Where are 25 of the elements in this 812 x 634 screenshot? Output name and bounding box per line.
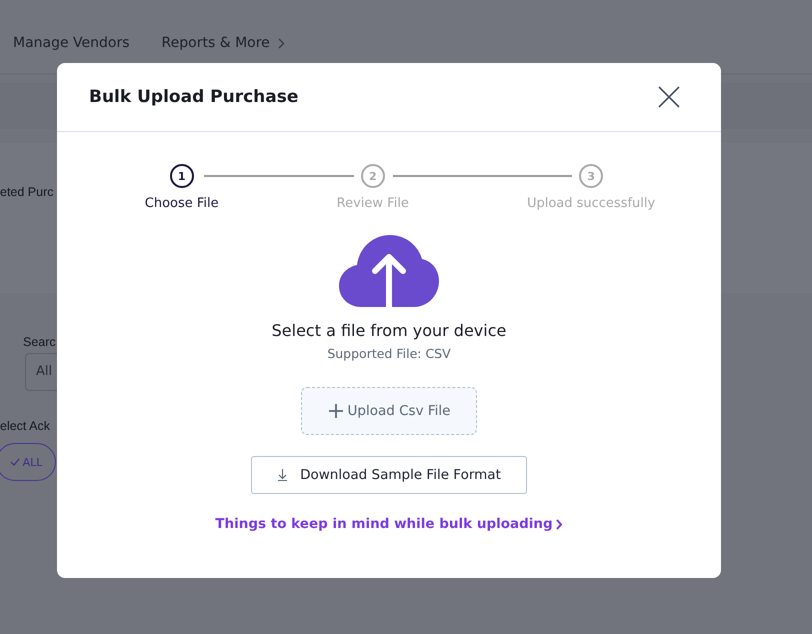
step-number: 3 <box>579 164 604 188</box>
chevron-icon <box>556 518 563 530</box>
search-label: Searc <box>23 335 56 349</box>
supported-format: Supported File: CSV <box>327 346 451 361</box>
filter-chip[interactable]: ALL <box>0 443 56 481</box>
plus-icon <box>328 403 344 419</box>
step-number: 2 <box>360 164 385 188</box>
cloud-upload-icon <box>339 235 439 307</box>
download-icon <box>277 469 288 481</box>
modal-title: Bulk Upload Purchase <box>89 87 298 107</box>
step-label: Upload successfully <box>526 196 656 211</box>
check-icon <box>10 458 20 466</box>
upload-button[interactable]: Upload Csv File <box>301 387 477 435</box>
download-button[interactable]: Download Sample File Format <box>251 456 527 494</box>
help-link[interactable]: Things to keep in mind while bulk uploading <box>215 516 563 532</box>
step-number: 1 <box>170 164 194 188</box>
tab-label[interactable]: eted Purc <box>0 185 54 199</box>
step-label: Choose File <box>144 196 219 211</box>
step-label: Review File <box>336 196 409 211</box>
nav-link[interactable]: Manage Vendors <box>13 35 130 51</box>
close-button[interactable] <box>657 85 681 109</box>
nav-link[interactable]: Reports & More <box>162 35 285 51</box>
chevron-icon <box>278 38 285 48</box>
upload-prompt: Select a file from your device <box>272 321 506 340</box>
filter-label: elect Ack <box>0 419 50 433</box>
